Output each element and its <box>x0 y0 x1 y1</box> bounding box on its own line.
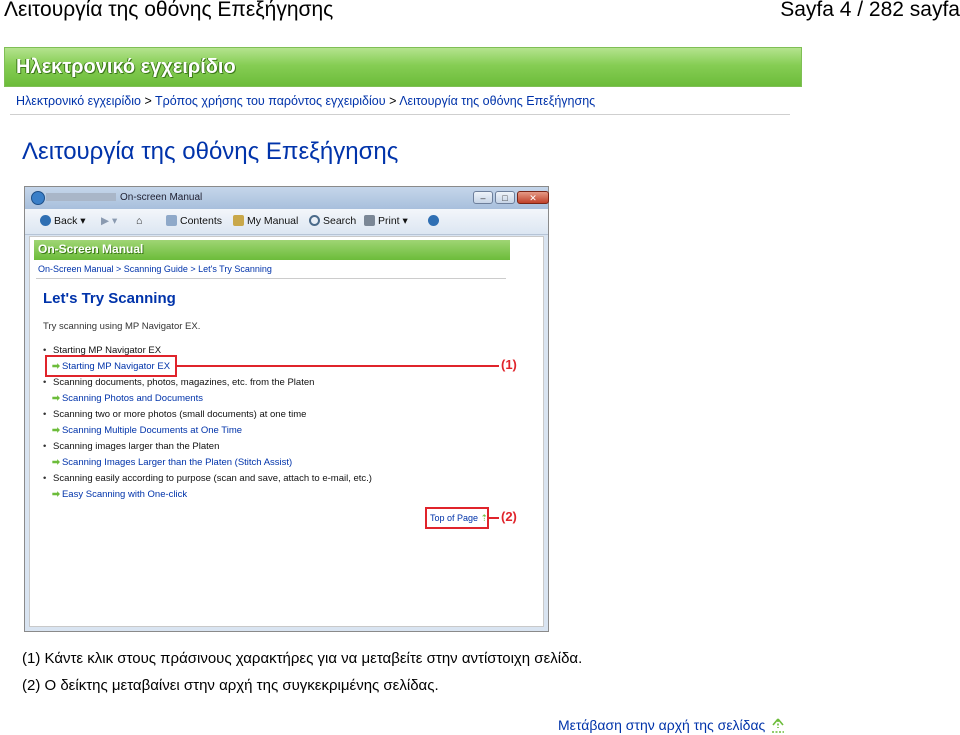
breadcrumb-divider <box>10 114 790 115</box>
note-2: (2) Ο δείκτης μεταβαίνει στην αρχή της σ… <box>22 677 439 694</box>
inner-intro: Try scanning using MP Navigator EX. <box>43 321 201 332</box>
print-button-screenshot: Print ▾ <box>364 215 408 227</box>
callout-box-2 <box>425 507 489 529</box>
green-arrow-icon: ➡ <box>52 457 60 468</box>
screenshot-window-title: On-screen Manual <box>46 192 202 203</box>
contents-button-screenshot: Contents <box>166 215 222 227</box>
up-arrow-icon[interactable] <box>771 718 785 734</box>
back-button-screenshot: Back ▾ <box>40 215 86 227</box>
list-item: Scanning images larger than the Platen <box>43 441 219 452</box>
list-item-link: ➡ Scanning Multiple Documents at One Time <box>52 425 243 436</box>
home-icon: ⌂ <box>136 215 143 227</box>
list-item: Scanning documents, photos, magazines, e… <box>43 377 314 388</box>
help-icon <box>428 215 442 227</box>
breadcrumb-item-current: Λειτουργία της οθόνης Επεξήγησης <box>399 94 596 108</box>
inner-breadcrumb: On-Screen Manual > Scanning Guide > Let'… <box>38 264 272 274</box>
app-icon <box>31 191 45 205</box>
callout-label-1: (1) <box>501 357 517 372</box>
search-button-screenshot: Search <box>309 215 356 227</box>
contents-icon <box>166 215 177 226</box>
inner-divider <box>36 278 506 279</box>
callout-label-2: (2) <box>501 509 517 524</box>
callout-box-1 <box>45 355 177 377</box>
callout-line-2 <box>489 517 499 519</box>
minimize-icon: – <box>473 191 493 204</box>
manual-banner-title: Ηλεκτρονικό εγχειρίδιο <box>16 56 236 78</box>
list-item-link: ➡ Scanning Photos and Documents <box>52 393 203 404</box>
page-title: Λειτουργία της οθόνης Επεξήγησης <box>22 138 399 165</box>
breadcrumb-separator: > <box>389 94 397 108</box>
breadcrumb-item-manual[interactable]: Ηλεκτρονικό εγχειρίδιο <box>16 94 141 108</box>
page-counter: Sayfa 4 / 282 sayfa <box>780 0 960 21</box>
search-icon <box>309 215 320 226</box>
list-item-link: ➡ Easy Scanning with One-click <box>52 489 188 500</box>
inner-banner-title: On-Screen Manual <box>38 242 144 256</box>
green-arrow-icon: ➡ <box>52 489 60 500</box>
back-to-top-link[interactable]: Μετάβαση στην αρχή της σελίδας <box>558 717 765 733</box>
list-item: Scanning two or more photos (small docum… <box>43 409 306 420</box>
close-icon: ✕ <box>517 191 549 204</box>
green-arrow-icon: ➡ <box>52 393 60 404</box>
back-arrow-icon <box>40 215 51 226</box>
list-item-link: ➡ Scanning Images Larger than the Platen … <box>52 457 293 468</box>
my-manual-icon <box>233 215 244 226</box>
document-title: Λειτουργία της οθόνης Επεξήγησης <box>4 0 334 21</box>
callout-line-1 <box>177 365 499 367</box>
note-1: (1) Κάντε κλικ στους πράσινους χαρακτήρε… <box>22 650 583 667</box>
print-icon <box>364 215 375 226</box>
list-item: Scanning easily according to purpose (sc… <box>43 473 372 484</box>
green-arrow-icon: ➡ <box>52 425 60 436</box>
maximize-icon: □ <box>495 191 515 204</box>
breadcrumb-item-how-to-use[interactable]: Τρόπος χρήσης του παρόντος εγχειριδίου <box>155 94 386 108</box>
inner-heading: Let's Try Scanning <box>43 290 176 307</box>
breadcrumb: Ηλεκτρονικό εγχειρίδιο > Τρόπος χρήσης τ… <box>16 94 595 108</box>
breadcrumb-separator: > <box>144 94 152 108</box>
my-manual-button-screenshot: My Manual <box>233 215 298 227</box>
forward-arrow-icon: ▶ ▾ <box>101 215 118 227</box>
